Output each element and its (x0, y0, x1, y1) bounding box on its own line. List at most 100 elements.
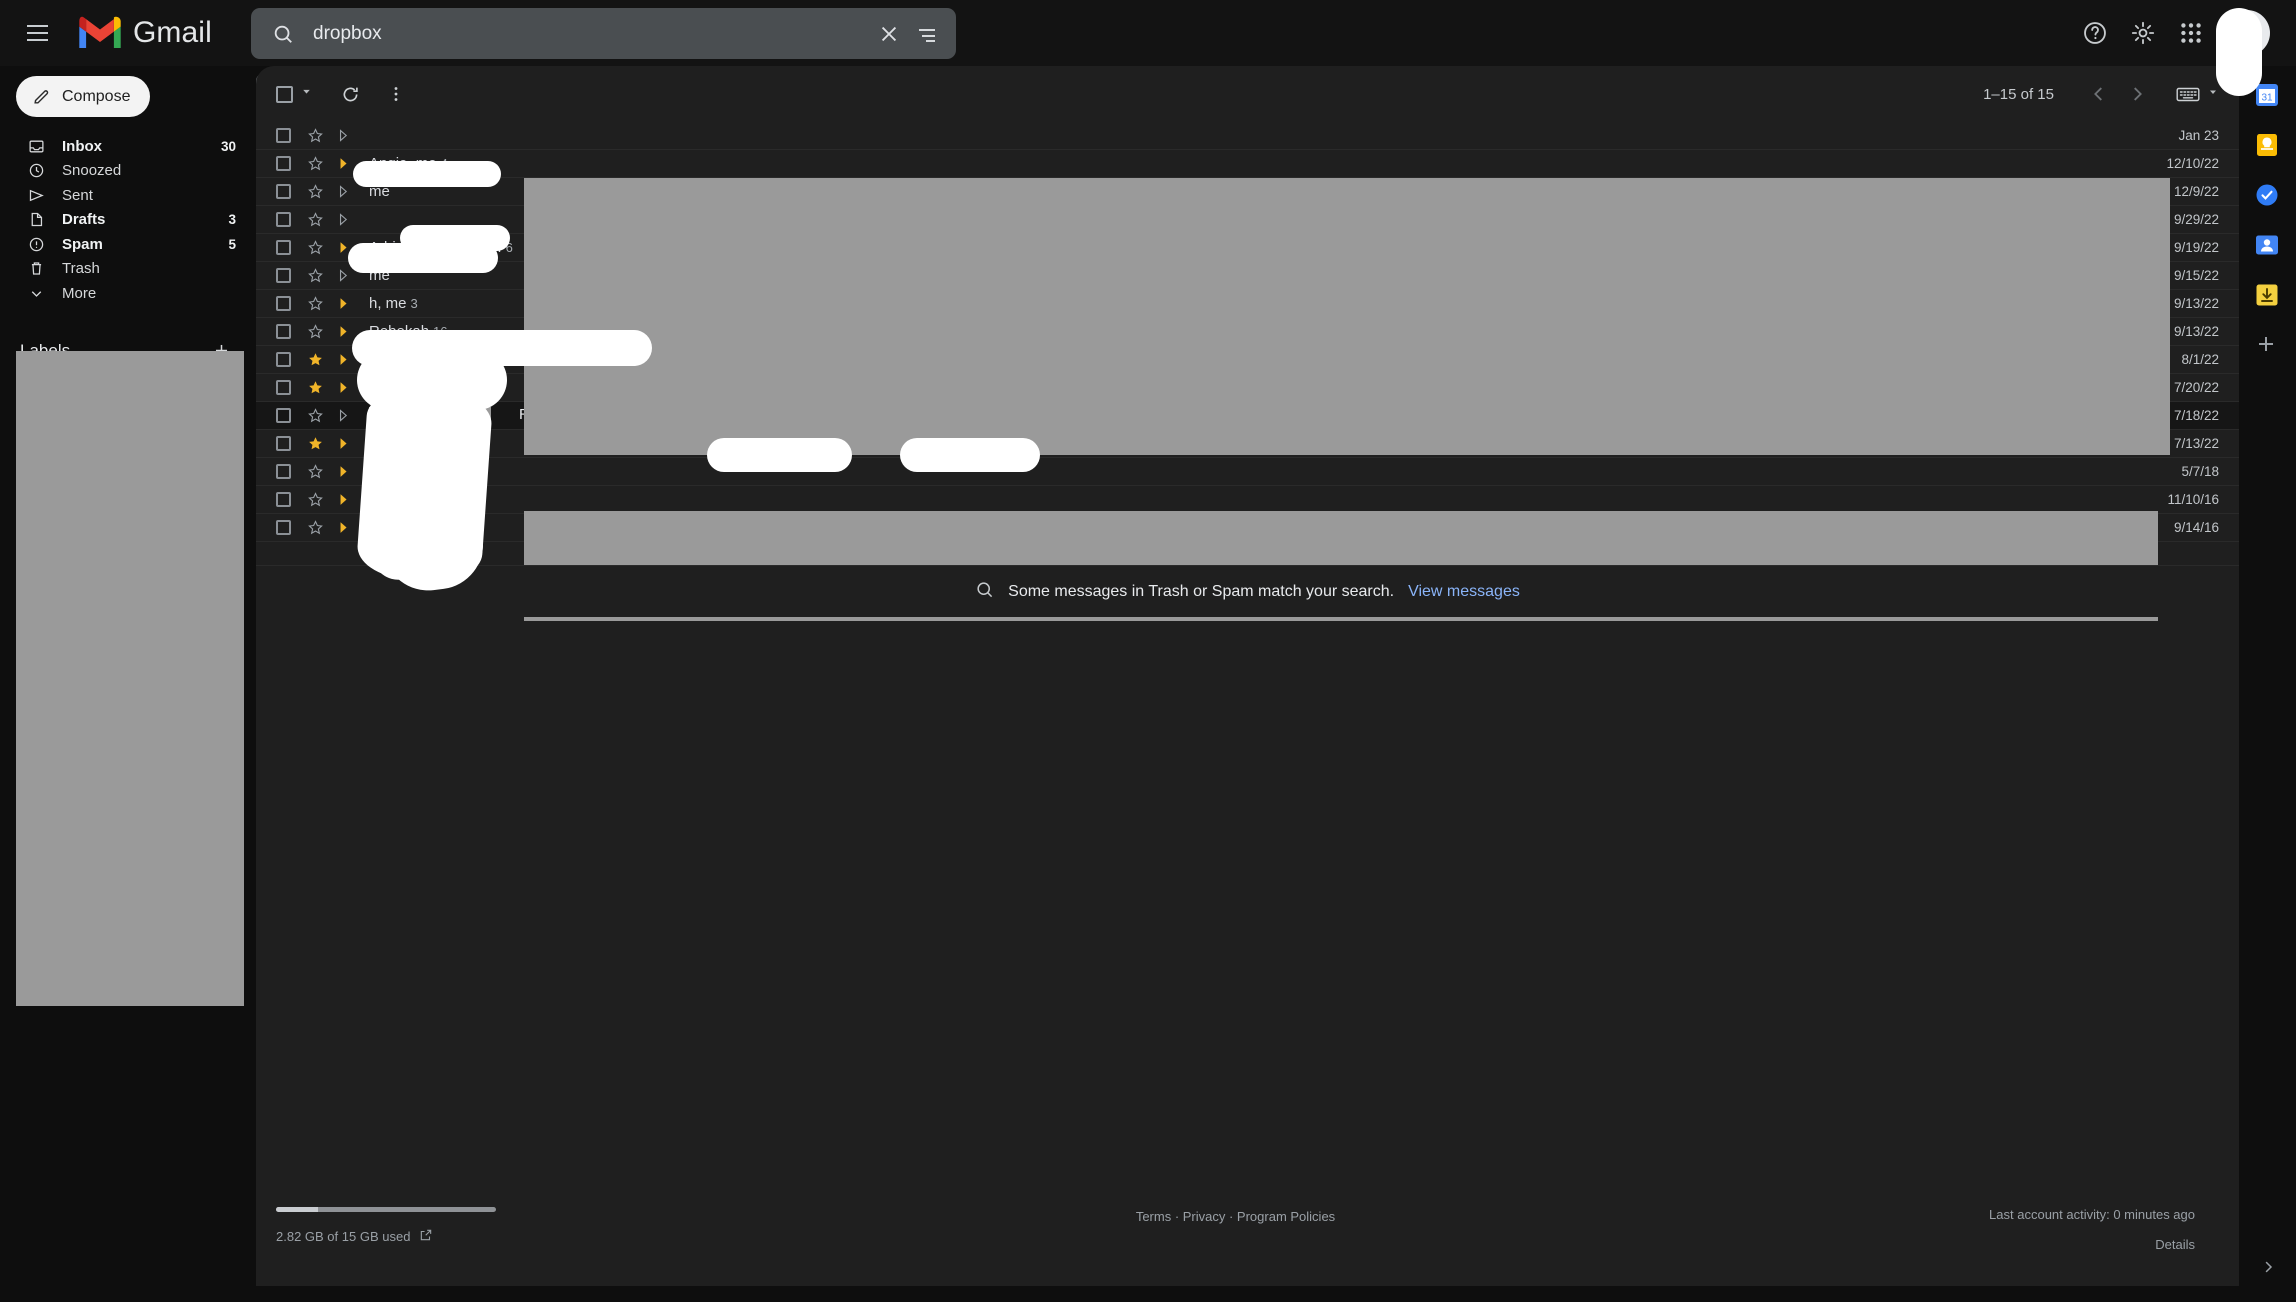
importance-marker-icon[interactable] (337, 267, 359, 284)
table-row[interactable]: Rebekah 16 9/13/22 (256, 318, 2239, 346)
star-icon[interactable] (307, 155, 329, 172)
row-checkbox[interactable] (276, 492, 291, 507)
importance-marker-icon[interactable] (337, 239, 359, 256)
close-x-icon[interactable] (870, 15, 908, 53)
sidebar-item-snoozed[interactable]: Snoozed (0, 159, 256, 184)
importance-marker-icon[interactable] (337, 127, 359, 144)
hamburger-menu-icon[interactable] (20, 16, 54, 50)
row-checkbox[interactable] (276, 268, 291, 283)
table-row[interactable]: h, me 3 9/13/22 (256, 290, 2239, 318)
sidebar-item-inbox[interactable]: Inbox 30 (0, 134, 256, 159)
importance-marker-icon[interactable] (337, 211, 359, 228)
row-checkbox[interactable] (276, 436, 291, 451)
more-vertical-icon[interactable] (377, 75, 415, 113)
table-row[interactable]: A3 7/20/22 (256, 374, 2239, 402)
table-row[interactable]: Adrienne .. Jacquel. 6 9/19/22 (256, 234, 2239, 262)
row-checkbox[interactable] (276, 352, 291, 367)
star-icon[interactable] (307, 435, 329, 452)
row-checkbox[interactable] (276, 156, 291, 171)
table-row[interactable]: me 12/9/22 (256, 178, 2239, 206)
star-icon[interactable] (307, 183, 329, 200)
table-row[interactable]: Angie, me 4 12/10/22 (256, 150, 2239, 178)
row-checkbox[interactable] (276, 408, 291, 423)
storage-section: 2.82 GB of 15 GB used (276, 1207, 696, 1245)
compose-button[interactable]: Compose (16, 76, 150, 117)
table-row[interactable]: Ad Rebekah 6 8/1/22 (256, 346, 2239, 374)
sidebar-item-more[interactable]: More (0, 281, 256, 306)
importance-marker-icon[interactable] (337, 323, 359, 340)
view-messages-link[interactable]: View messages (1408, 583, 1520, 601)
table-row[interactable]: n ob 4 9/14/16 (256, 514, 2239, 542)
next-page-button[interactable] (2118, 75, 2156, 113)
search-input[interactable] (301, 22, 870, 45)
table-row[interactable]: me 9/15/22 (256, 262, 2239, 290)
row-checkbox[interactable] (276, 184, 291, 199)
gmail-logo[interactable]: Gmail (76, 15, 212, 51)
table-row[interactable]: s 11/10/16 (256, 486, 2239, 514)
star-icon[interactable] (307, 295, 329, 312)
prev-page-button[interactable] (2080, 75, 2118, 113)
input-tools-button[interactable] (2170, 79, 2225, 109)
subject-fragment-view-on: . View on (823, 406, 890, 424)
table-row[interactable]: 9/29/22 (256, 206, 2239, 234)
importance-marker-icon[interactable] (337, 463, 359, 480)
star-icon[interactable] (307, 351, 329, 368)
add-plus-icon[interactable] (2254, 332, 2282, 360)
google-calendar-icon[interactable]: 31 (2254, 82, 2282, 110)
search-options-tune-icon[interactable] (908, 15, 946, 53)
star-icon[interactable] (307, 519, 329, 536)
select-all-checkbox[interactable] (276, 85, 293, 103)
star-icon[interactable] (307, 379, 329, 396)
google-contacts-icon[interactable] (2254, 232, 2282, 260)
star-icon[interactable] (307, 267, 329, 284)
importance-marker-icon[interactable] (337, 351, 359, 368)
importance-marker-icon[interactable] (337, 435, 359, 452)
refresh-icon[interactable] (331, 75, 369, 113)
gear-settings-icon[interactable] (2122, 12, 2164, 54)
addon-download-icon[interactable] (2254, 282, 2282, 310)
row-checkbox[interactable] (276, 128, 291, 143)
search-box[interactable] (251, 8, 956, 59)
table-row-dropbox-result[interactable]: Reminder: hared " " with you - you on Drop… (256, 402, 2239, 430)
importance-marker-icon[interactable] (337, 407, 359, 424)
star-icon[interactable] (307, 463, 329, 480)
row-checkbox[interactable] (276, 212, 291, 227)
search-icon[interactable] (265, 16, 301, 52)
google-keep-icon[interactable] (2254, 132, 2282, 160)
row-checkbox[interactable] (276, 296, 291, 311)
star-icon[interactable] (307, 323, 329, 340)
sidebar-item-trash[interactable]: Trash (0, 257, 256, 282)
sidebar-item-sent[interactable]: Sent (0, 183, 256, 208)
row-checkbox[interactable] (276, 520, 291, 535)
table-row[interactable]: Jan 23 (256, 122, 2239, 150)
importance-marker-icon[interactable] (337, 183, 359, 200)
details-link[interactable]: Details (1775, 1237, 2195, 1252)
google-tasks-icon[interactable] (2254, 182, 2282, 210)
avatar[interactable] (2224, 10, 2270, 56)
star-icon[interactable] (307, 407, 329, 424)
row-checkbox[interactable] (276, 464, 291, 479)
row-checkbox[interactable] (276, 380, 291, 395)
sidebar-item-drafts[interactable]: Drafts 3 (0, 208, 256, 233)
table-row[interactable]: 5/7/18 (256, 458, 2239, 486)
star-icon[interactable] (307, 127, 329, 144)
star-icon[interactable] (307, 239, 329, 256)
footer-links[interactable]: Terms · Privacy · Program Policies (696, 1207, 1775, 1224)
importance-marker-icon[interactable] (337, 379, 359, 396)
star-icon[interactable] (307, 211, 329, 228)
google-apps-grid-icon[interactable] (2170, 12, 2212, 54)
help-question-icon[interactable] (2074, 12, 2116, 54)
sidebar-item-spam[interactable]: Spam 5 (0, 232, 256, 257)
row-checkbox[interactable] (276, 324, 291, 339)
importance-marker-icon[interactable] (337, 295, 359, 312)
importance-marker-icon[interactable] (337, 491, 359, 508)
table-row[interactable]: G vi. 7/13/22 (256, 430, 2239, 458)
row-checkbox[interactable] (276, 240, 291, 255)
chevron-right-icon[interactable] (2259, 1258, 2277, 1282)
footer: 2.82 GB of 15 GB used Terms · Privacy · … (256, 1207, 2239, 1252)
open-in-new-icon[interactable] (419, 1228, 433, 1245)
star-icon[interactable] (307, 491, 329, 508)
importance-marker-icon[interactable] (337, 155, 359, 172)
select-all-chevron-down-icon[interactable] (300, 85, 313, 103)
importance-marker-icon[interactable] (337, 519, 359, 536)
